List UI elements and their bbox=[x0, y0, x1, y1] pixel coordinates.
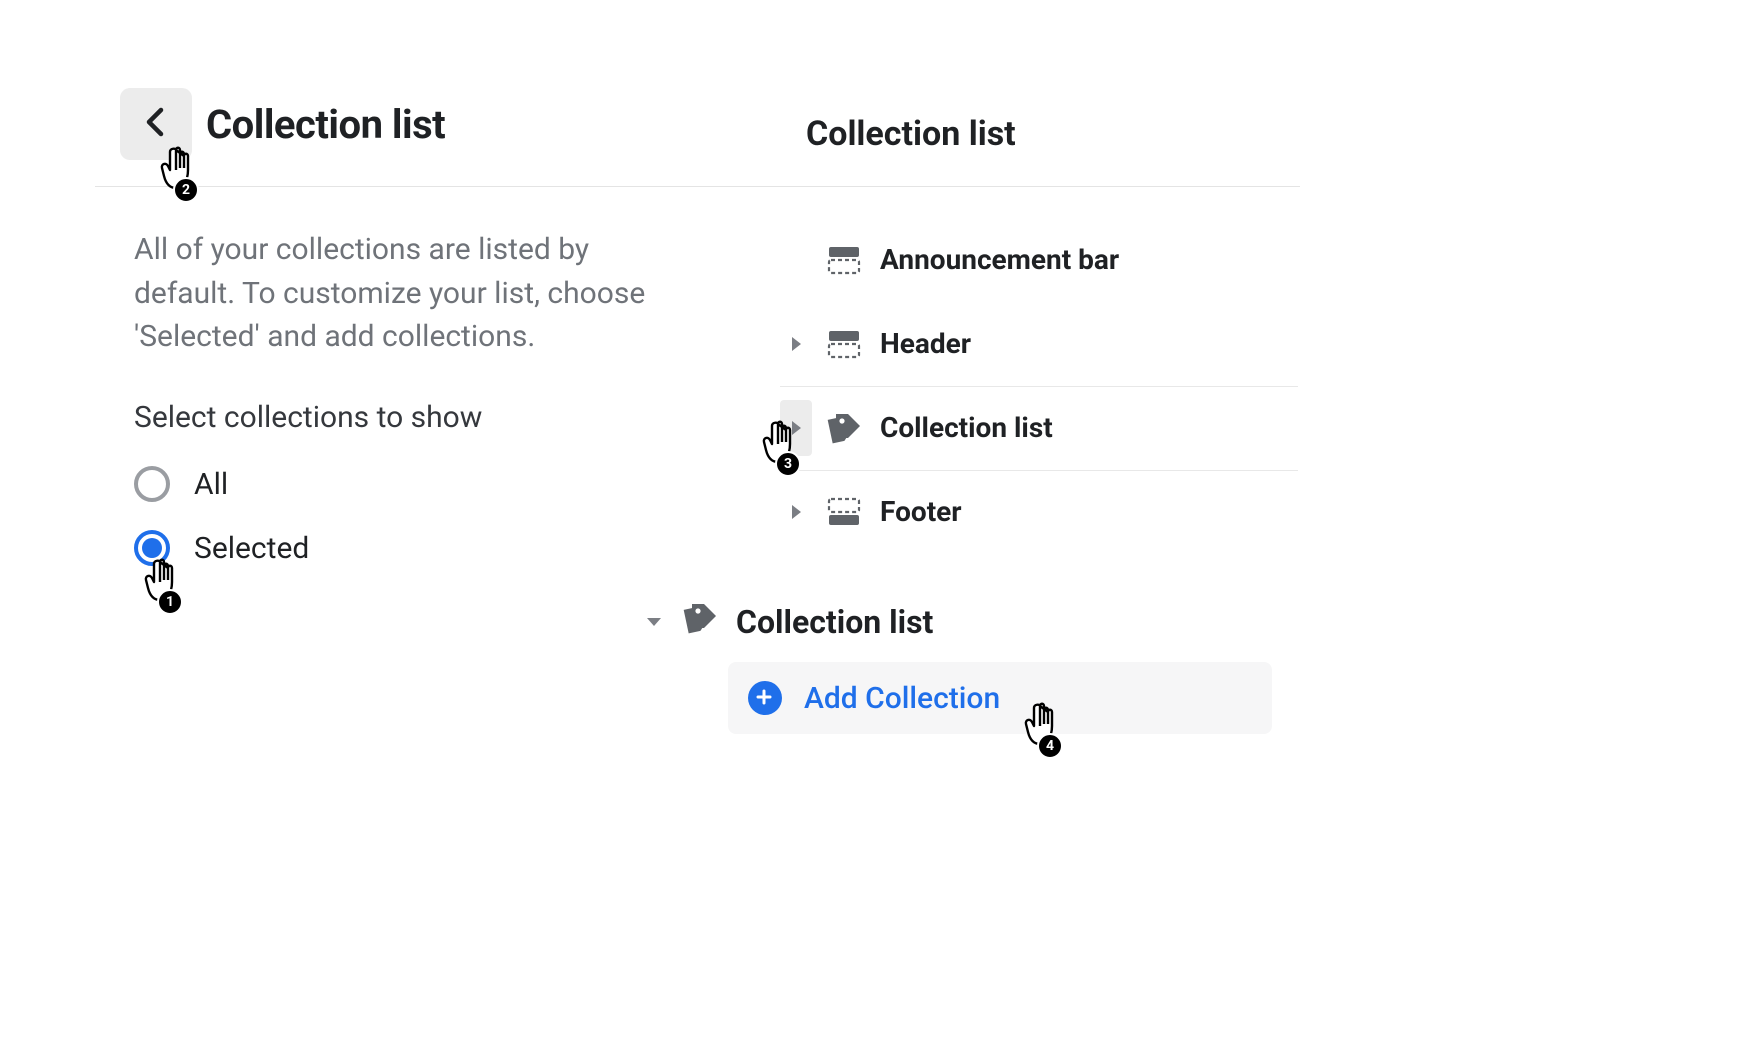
divider bbox=[780, 386, 1298, 387]
divider bbox=[95, 186, 1300, 187]
back-button[interactable] bbox=[120, 88, 192, 160]
expand-caret[interactable] bbox=[780, 502, 812, 522]
chevron-left-icon bbox=[141, 104, 171, 144]
divider bbox=[780, 470, 1298, 471]
tree-row-header[interactable]: Header bbox=[770, 302, 1300, 386]
plus-circle-icon bbox=[748, 681, 782, 715]
settings-header: Collection list bbox=[120, 88, 730, 192]
caret-down-icon bbox=[640, 612, 668, 632]
tree-row-label: Announcement bar bbox=[880, 243, 1119, 276]
expand-caret[interactable] bbox=[780, 334, 812, 354]
radio-circle-icon bbox=[134, 466, 170, 502]
add-collection-button[interactable]: Add Collection bbox=[728, 662, 1272, 734]
tree-row-label: Footer bbox=[880, 495, 962, 528]
expanded-collection-list-block: Collection list Add Collection bbox=[640, 594, 1280, 734]
radio-label: Selected bbox=[194, 531, 309, 566]
settings-title: Collection list bbox=[206, 101, 445, 148]
tags-icon bbox=[680, 602, 724, 642]
tree-row-collection-list[interactable]: Collection list bbox=[770, 386, 1300, 470]
radio-dot-icon bbox=[142, 538, 162, 558]
expanded-header[interactable]: Collection list bbox=[640, 594, 1280, 650]
tree-row-footer[interactable]: Footer bbox=[770, 470, 1300, 554]
tree-row-announcement-bar[interactable]: Announcement bar bbox=[770, 218, 1300, 302]
cursor-badge: 1 bbox=[157, 589, 183, 615]
expanded-title: Collection list bbox=[736, 603, 933, 641]
section-label: Select collections to show bbox=[134, 400, 482, 435]
tags-icon bbox=[824, 412, 864, 444]
sections-tree: Announcement bar Header Collection list … bbox=[770, 218, 1300, 554]
section-icon bbox=[824, 329, 864, 359]
radio-selected[interactable]: Selected bbox=[134, 516, 309, 580]
cursor-badge: 4 bbox=[1037, 733, 1063, 759]
tree-row-label: Collection list bbox=[880, 411, 1053, 444]
settings-description: All of your collections are listed by de… bbox=[134, 228, 694, 359]
tree-title: Collection list bbox=[806, 114, 1016, 154]
tree-row-label: Header bbox=[880, 327, 971, 360]
radio-circle-checked-icon bbox=[134, 530, 170, 566]
add-collection-label: Add Collection bbox=[804, 681, 1000, 716]
radio-group: All Selected bbox=[134, 452, 309, 580]
expand-caret[interactable] bbox=[780, 400, 812, 456]
radio-label: All bbox=[194, 467, 228, 502]
collection-list-settings-panel: Collection list bbox=[120, 88, 730, 192]
radio-all[interactable]: All bbox=[134, 452, 309, 516]
section-icon bbox=[824, 497, 864, 527]
section-icon bbox=[824, 245, 864, 275]
